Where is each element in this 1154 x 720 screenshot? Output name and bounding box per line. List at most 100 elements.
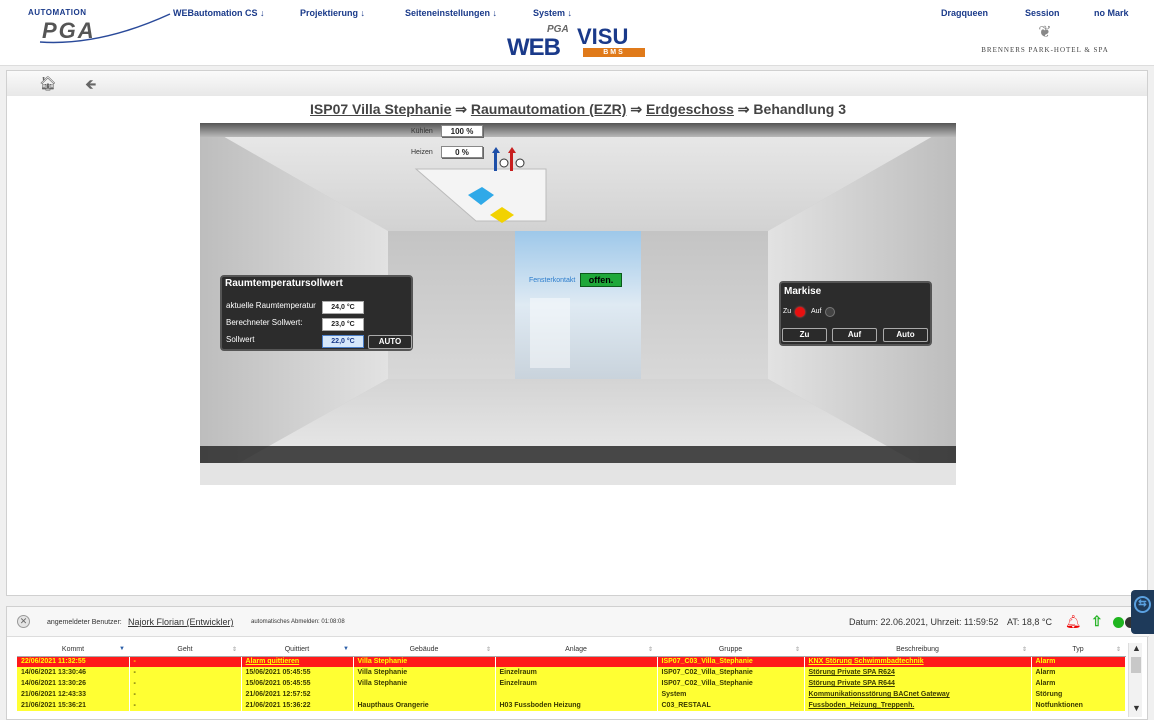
cell-geht: -	[129, 689, 242, 700]
cell-gruppe: ISP07_C02_Villa_Stephanie	[657, 678, 805, 689]
cell-geht: -	[129, 667, 242, 678]
teamviewer-icon: ⇆	[1134, 596, 1151, 613]
back-arrow-icon[interactable]: 🡸	[85, 74, 96, 98]
cell-kommt: 14/06/2021 13:30:46	[17, 667, 130, 678]
setpoint-input[interactable]: 22,0 °C	[322, 335, 364, 348]
heating-value: 0 %	[441, 146, 483, 158]
alarm-table-header: Kommt ▼ Geht ⇕ Quittiert ▼ Gebäude ⇕ Anlage ⇕…	[17, 643, 1125, 657]
blind-closed-led-icon	[795, 307, 805, 317]
hotel-name: BRENNERS PARK-HOTEL & SPA	[981, 46, 1109, 54]
sort-icon: ⇕	[1115, 647, 1121, 653]
status-bar: ✕ angemeldeter Benutzer: Najork Florian …	[7, 607, 1149, 637]
blind-closed-label: Zu	[783, 308, 792, 315]
sort-icon: ⇕	[794, 647, 800, 653]
logged-in-user-label: angemeldeter Benutzer:	[47, 619, 122, 626]
column-header-quittiert[interactable]: Quittiert ▼	[241, 643, 353, 657]
window-contact-label: Fensterkontakt	[529, 277, 576, 284]
alarm-bell-icon[interactable]: 🔔︎	[1065, 614, 1082, 630]
alarm-row[interactable]: 14/06/2021 13:30:26 - 15/06/2021 05:45:5…	[17, 678, 1126, 689]
sort-icon: ⇕	[485, 647, 491, 653]
column-header-gruppe[interactable]: Gruppe ⇕	[657, 643, 804, 657]
scroll-down-icon[interactable]: ▼	[1132, 703, 1141, 713]
sort-desc-icon: ▼	[343, 646, 349, 652]
cell-gruppe: ISP07_C03_Villa_Stephanie	[657, 656, 805, 667]
pga-automation-logo[interactable]: AUTOMATION PGA	[20, 6, 180, 46]
auto-logout-timer: automatisches Abmelden: 01:08:08	[251, 619, 345, 625]
nav-webautomation-cs[interactable]: WEBautomation CS ↓	[173, 8, 265, 18]
scrollbar-thumb[interactable]	[1131, 657, 1141, 673]
cell-anlage	[495, 689, 658, 700]
home-icon[interactable]: 🏠︎	[39, 75, 57, 92]
column-header-gebaeude[interactable]: Gebäude ⇕	[353, 643, 495, 657]
column-header-beschreibung[interactable]: Beschreibung ⇕	[804, 643, 1031, 657]
cell-gebaeude: Villa Stephanie	[353, 678, 496, 689]
cell-kommt: 21/06/2021 15:36:21	[17, 700, 130, 711]
cell-beschreibung-link[interactable]: Störung Private SPA R624	[804, 667, 1032, 678]
temp-panel-title: Raumtemperatursollwert	[225, 278, 343, 289]
valve-icon[interactable]	[492, 147, 532, 177]
nav-no-mark[interactable]: no Mark	[1094, 8, 1129, 18]
webvisu-logo: PGA WEB VISU BMS	[505, 22, 650, 61]
breadcrumb-separator: ⇒	[451, 101, 471, 117]
blind-close-button[interactable]: Zu	[782, 328, 827, 342]
nav-seiteneinstellungen[interactable]: Seiteneinstellungen ↓	[405, 8, 497, 18]
scroll-up-icon[interactable]: ▲	[1132, 643, 1141, 653]
heating-label: Heizen	[411, 149, 433, 156]
cell-gebaeude	[353, 689, 496, 700]
cell-gebaeude: Villa Stephanie	[353, 656, 496, 667]
blind-open-button[interactable]: Auf	[832, 328, 877, 342]
logged-in-user-name[interactable]: Najork Florian (Entwickler)	[128, 617, 234, 627]
alarm-row[interactable]: 14/06/2021 13:30:46 - 15/06/2021 05:45:5…	[17, 667, 1126, 678]
cell-beschreibung-link[interactable]: Störung Private SPA R644	[804, 678, 1032, 689]
up-arrow-icon[interactable]: ⇧	[1091, 613, 1103, 630]
cell-anlage	[495, 656, 658, 667]
cell-anlage: Einzelraum	[495, 678, 658, 689]
close-icon[interactable]: ✕	[17, 615, 30, 628]
blind-open-label: Auf	[811, 308, 822, 315]
auto-button[interactable]: AUTO	[368, 335, 412, 349]
cell-beschreibung-link[interactable]: KNX Störung Schwimmbadtechnik	[804, 656, 1032, 667]
cooling-value: 100 %	[441, 125, 483, 137]
column-header-kommt[interactable]: Kommt ▼	[17, 643, 129, 657]
column-header-anlage[interactable]: Anlage ⇕	[495, 643, 657, 657]
remote-support-tab[interactable]: ⇆	[1131, 590, 1154, 634]
cell-gruppe: C03_RESTAAL	[657, 700, 805, 711]
nav-dragqueen[interactable]: Dragqueen	[941, 8, 988, 18]
room-temperature-setpoint-panel: Raumtemperatursollwert aktuelle Raumtemp…	[220, 275, 413, 351]
breadcrumb-villa-stephanie[interactable]: ISP07 Villa Stephanie	[310, 101, 451, 117]
connection-status-icon	[1113, 617, 1124, 628]
hotel-emblem-icon: ❦	[1038, 24, 1052, 41]
cell-beschreibung-link[interactable]: Fussboden_Heizung_Treppenh.	[804, 700, 1032, 711]
cell-gruppe: ISP07_C02_Villa_Stephanie	[657, 667, 805, 678]
sort-icon: ⇕	[647, 647, 653, 653]
alarm-row[interactable]: 21/06/2021 12:43:33 - 21/06/2021 12:57:5…	[17, 689, 1126, 700]
nav-system[interactable]: System ↓	[533, 8, 572, 18]
room-visualization: Kühlen 100 % Heizen 0 % Raumtemperaturso…	[200, 123, 956, 485]
sort-desc-icon: ▼	[119, 646, 125, 652]
breadcrumb-erdgeschoss[interactable]: Erdgeschoss	[646, 101, 734, 117]
cell-typ: Störung	[1031, 689, 1126, 700]
cell-kommt: 14/06/2021 13:30:26	[17, 678, 130, 689]
blind-open-led-icon	[825, 307, 835, 317]
breadcrumb-raumautomation[interactable]: Raumautomation (EZR)	[471, 101, 627, 117]
breadcrumb-separator: ⇒	[626, 101, 646, 117]
column-header-typ[interactable]: Typ ⇕	[1031, 643, 1125, 657]
cell-beschreibung-link[interactable]: Kommunikationsstörung BACnet Gateway	[804, 689, 1032, 700]
calculated-setpoint-label: Berechneter Sollwert:	[226, 318, 303, 327]
cell-typ: Alarm	[1031, 656, 1126, 667]
column-header-geht[interactable]: Geht ⇕	[129, 643, 241, 657]
blind-panel-title: Markise	[784, 286, 822, 297]
nav-session[interactable]: Session	[1025, 8, 1060, 18]
cell-quittiert: 21/06/2021 12:57:52	[241, 689, 354, 700]
nav-projektierung[interactable]: Projektierung ↓	[300, 8, 365, 18]
alarm-row[interactable]: 21/06/2021 15:36:21 - 21/06/2021 15:36:2…	[17, 700, 1126, 711]
alarm-row[interactable]: 22/06/2021 11:32:55 - Alarm quittieren V…	[17, 656, 1126, 667]
alarm-table-scrollbar[interactable]: ▲ ▼	[1128, 643, 1142, 717]
alarm-area: ✕ angemeldeter Benutzer: Najork Florian …	[6, 606, 1149, 720]
toolbar: 🏠︎ 🡸	[6, 70, 1148, 96]
acknowledge-alarm-link[interactable]: Alarm quittieren	[241, 656, 354, 667]
blind-auto-button[interactable]: Auto	[883, 328, 928, 342]
cell-gebaeude: Haupthaus Orangerie	[353, 700, 496, 711]
cell-kommt: 21/06/2021 12:43:33	[17, 689, 130, 700]
window-contact-status: offen.	[580, 273, 622, 287]
